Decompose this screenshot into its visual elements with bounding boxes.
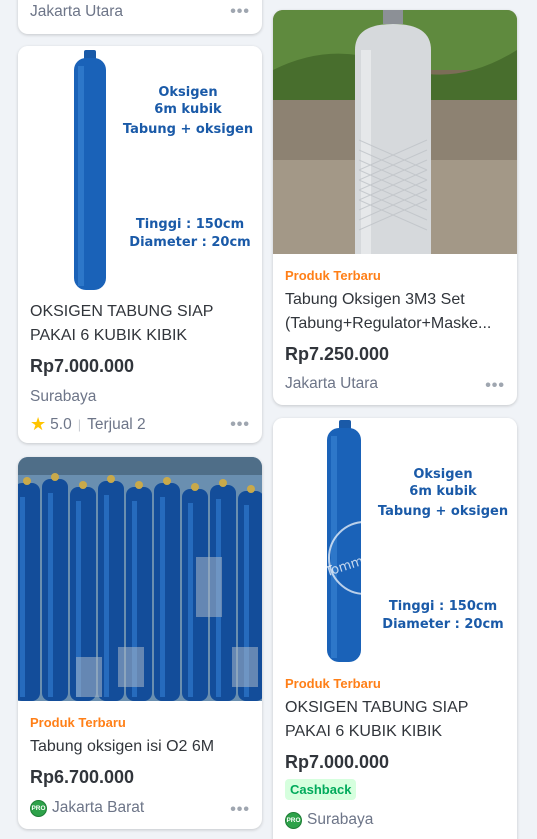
sold-count: Terjual 2: [87, 415, 146, 433]
divider: |: [77, 417, 82, 432]
product-image[interactable]: [18, 457, 262, 701]
product-rating: ★ 5.0 | Terjual 2: [30, 414, 146, 435]
pro-badge-icon: PRO: [285, 811, 302, 829]
new-product-label: Produk Terbaru: [285, 268, 381, 283]
product-price: Rp7.000.000: [285, 752, 390, 772]
product-image[interactable]: Oksigen 6m kubik Tabung + oksigen Tinggi…: [18, 46, 262, 290]
image-text-4: Tinggi : 150cm: [136, 217, 244, 232]
rating-value: 5.0: [50, 415, 72, 433]
product-name: OKSIGEN TABUNG SIAP PAKAI 6 KUBIK KIBIK: [30, 303, 214, 344]
location-text: Surabaya: [307, 811, 374, 828]
image-text-3: Tabung + oksigen: [123, 122, 253, 137]
new-product-label: Produk Terbaru: [285, 676, 381, 691]
image-text-1: Oksigen: [413, 467, 472, 482]
image-text-1: Oksigen: [158, 85, 217, 100]
image-text-3: Tabung + oksigen: [378, 504, 508, 519]
image-text-5: Diameter : 20cm: [382, 617, 503, 632]
star-icon: ★: [30, 414, 47, 434]
product-location: Jakarta Utara: [285, 375, 379, 392]
image-text-2: 6m kubik: [154, 102, 222, 117]
product-price: Rp6.700.000: [30, 767, 135, 787]
new-product-label: Produk Terbaru: [30, 715, 126, 730]
cashback-badge: Cashback: [285, 779, 357, 800]
product-name: Tabung oksigen isi O2 6M: [30, 738, 215, 755]
more-options-icon[interactable]: •••: [230, 801, 250, 819]
product-location: PRO Surabaya: [285, 811, 373, 829]
product-price: Rp7.000.000: [30, 356, 135, 376]
image-text-2: 6m kubik: [409, 484, 477, 499]
more-options-icon[interactable]: •••: [230, 416, 250, 434]
more-options-icon[interactable]: •••: [485, 377, 505, 395]
image-text-4: Tinggi : 150cm: [389, 599, 497, 614]
product-price: Rp7.250.000: [285, 344, 390, 364]
product-image[interactable]: Tommy0888 Oksigen 6m kubik Tabung + oksi…: [273, 418, 517, 662]
product-name: OKSIGEN TABUNG SIAP PAKAI 6 KUBIK KIBIK …: [285, 699, 469, 740]
more-options-icon[interactable]: •••: [230, 3, 250, 21]
product-card[interactable]: Produk Terbaru Tabung Oksigen 3M3 Set (T…: [273, 10, 517, 405]
image-text-5: Diameter : 20cm: [129, 235, 250, 250]
product-location: Jakarta Utara: [30, 3, 124, 20]
product-card[interactable]: Oksigen 6m kubik Tabung + oksigen Tinggi…: [18, 46, 262, 443]
location-text: Jakarta Barat: [52, 799, 145, 816]
product-image[interactable]: [273, 10, 517, 254]
product-card[interactable]: Produk Terbaru Tabung oksigen isi O2 6M …: [18, 457, 262, 829]
pro-badge-icon: PRO: [30, 799, 47, 817]
product-name: Tabung Oksigen 3M3 Set (Tabung+Regulator…: [285, 291, 492, 332]
product-card[interactable]: Tommy0888 Oksigen 6m kubik Tabung + oksi…: [273, 418, 517, 839]
product-location: PRO Jakarta Barat: [30, 799, 144, 817]
product-location: Surabaya: [30, 388, 97, 405]
product-card-partial[interactable]: Jakarta Utara •••: [18, 0, 262, 34]
